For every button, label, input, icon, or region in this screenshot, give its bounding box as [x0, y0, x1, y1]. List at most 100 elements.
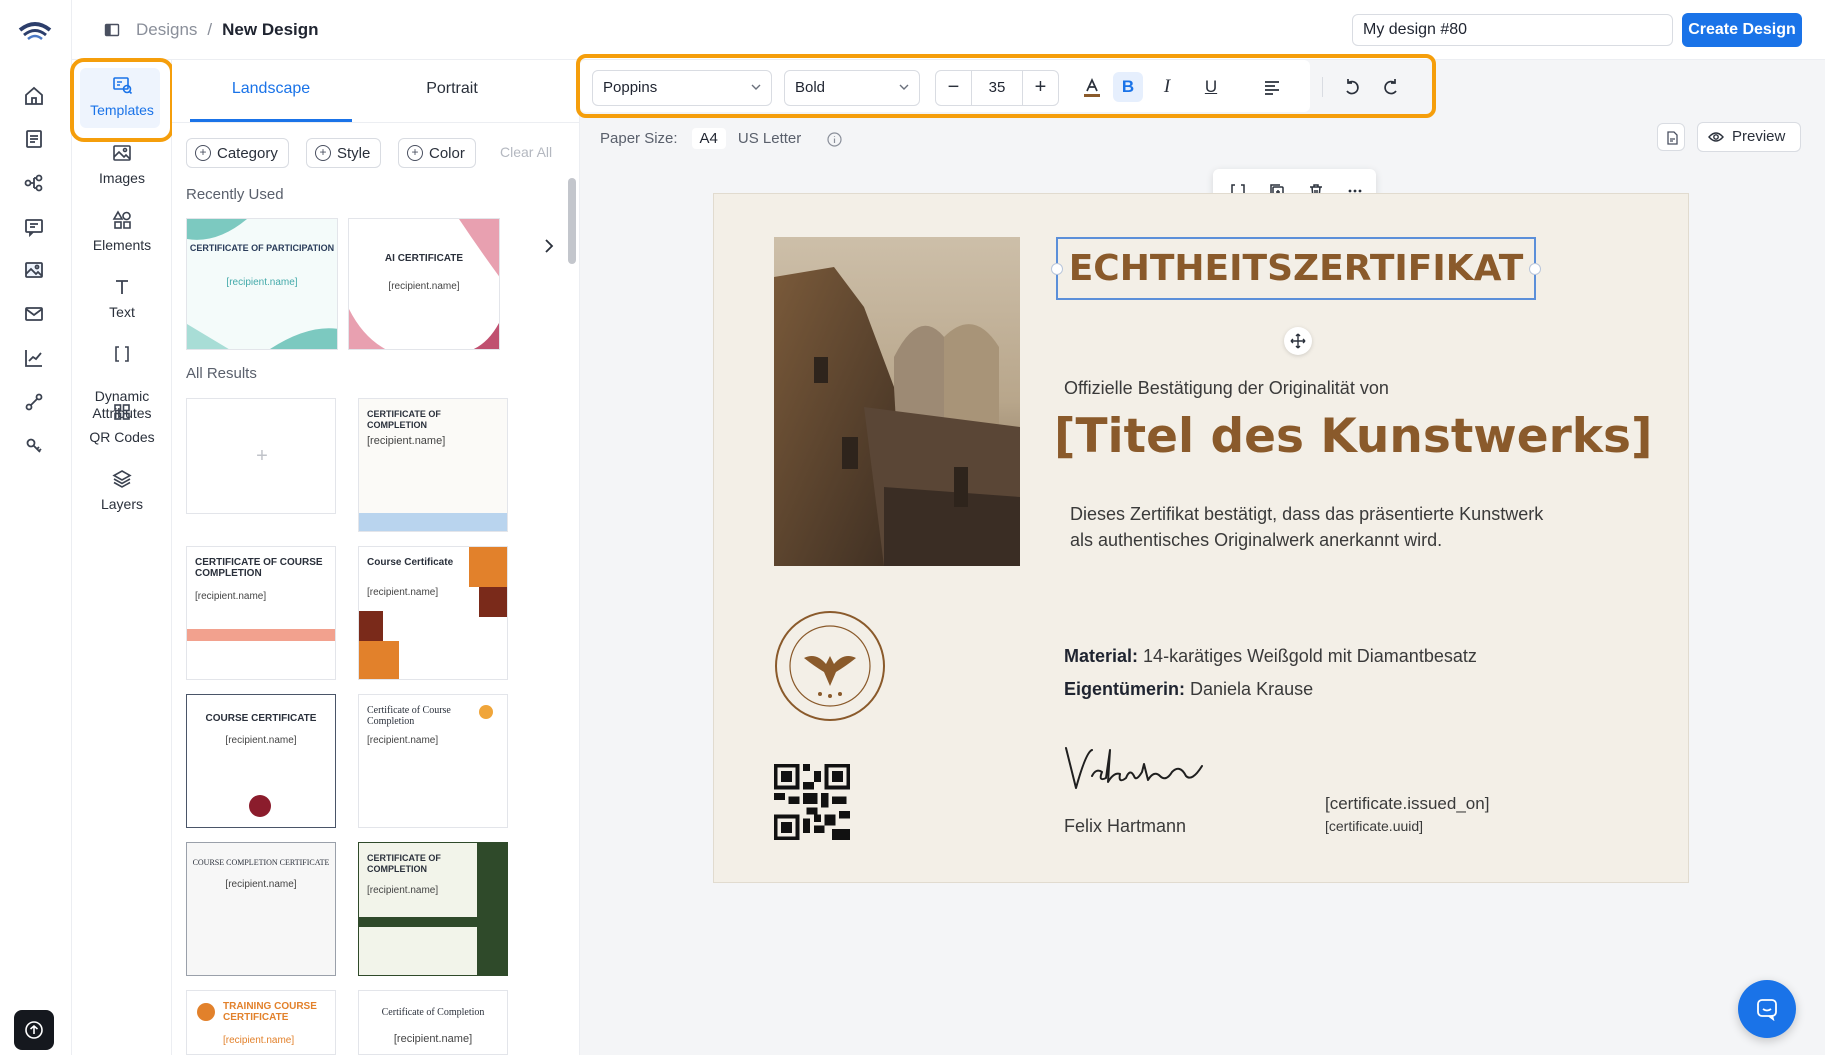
template-recipient: [recipient.name]	[367, 735, 439, 746]
templates-panel: Landscape Portrait + Category + Style + Col…	[172, 60, 580, 1055]
badge-icon	[197, 1003, 215, 1021]
tool-elements-label: Elements	[92, 237, 152, 253]
top-header: Designs / New Design Create Design	[72, 0, 1825, 60]
paper-us-letter-option[interactable]: US Letter	[730, 128, 809, 149]
handwritten-signature[interactable]	[1062, 742, 1212, 794]
app-logo-icon[interactable]	[18, 16, 52, 42]
clear-all-link[interactable]: Clear All	[500, 144, 552, 160]
workflow-icon[interactable]	[22, 171, 46, 195]
template-title: Certificate of Course Completion	[367, 705, 451, 727]
template-thumb-course-certificate-seal[interactable]: COURSE CERTIFICATE [recipient.name]	[186, 694, 336, 828]
document-list-icon[interactable]	[22, 127, 46, 151]
artwork-painting-image	[774, 237, 1020, 566]
tool-layers[interactable]: Layers	[72, 468, 172, 512]
template-thumb-course-completion-orange[interactable]: Certificate of Course Completion [recipi…	[358, 694, 508, 828]
filter-color-label: Color	[429, 144, 465, 162]
sidebar-toggle-icon[interactable]	[104, 22, 120, 38]
template-thumb-recent-ai[interactable]: AI CERTIFICATE [recipient.name]	[348, 218, 500, 350]
tool-text[interactable]: Text	[72, 276, 172, 320]
certificate-body-line1[interactable]: Dieses Zertifikat bestätigt, dass das pr…	[1070, 504, 1543, 525]
template-thumb-certificate-completion[interactable]: Certificate of Completion [recipient.nam…	[358, 990, 508, 1055]
elements-icon	[112, 210, 131, 229]
home-icon[interactable]	[22, 84, 46, 108]
mail-icon[interactable]	[22, 302, 46, 326]
certificate-canvas[interactable]: ECHTHEITSZERTIFIKAT Offizielle Bestätigu…	[713, 193, 1689, 883]
chart-icon[interactable]	[22, 346, 46, 370]
tool-elements[interactable]: Elements	[72, 209, 172, 253]
template-thumb-course-completion-grey[interactable]: COURSE COMPLETION CERTIFICATE [recipient…	[186, 842, 336, 976]
material-value: 14-karätiges Weißgold mit Diamantbesatz	[1143, 646, 1477, 666]
plus-circle-icon: +	[407, 145, 423, 161]
red-seal-icon	[249, 795, 271, 817]
template-title: Course Certificate	[367, 557, 454, 568]
title-selection-box[interactable]: ECHTHEITSZERTIFIKAT	[1051, 237, 1541, 300]
breadcrumb-designs-link[interactable]: Designs	[136, 20, 197, 39]
template-thumb-blank[interactable]: +	[186, 398, 336, 514]
move-handle[interactable]	[1284, 327, 1312, 355]
template-title: COURSE CERTIFICATE	[205, 713, 317, 724]
uuid-placeholder[interactable]: [certificate.uuid]	[1325, 818, 1423, 834]
eagle-seal-icon[interactable]	[774, 610, 886, 722]
template-thumb-course-certificate-orange[interactable]: Course Certificate [recipient.name]	[358, 546, 508, 680]
plus-circle-icon: +	[315, 145, 331, 161]
preview-button[interactable]: Preview	[1697, 122, 1801, 152]
integration-icon[interactable]	[22, 390, 46, 414]
issued-on-placeholder[interactable]: [certificate.issued_on]	[1325, 794, 1489, 814]
template-recipient: [recipient.name]	[225, 735, 297, 746]
tool-templates[interactable]: Templates	[72, 74, 172, 118]
filter-color-chip[interactable]: + Color	[398, 138, 476, 168]
certificate-body-line2[interactable]: als authentisches Originalwerk anerkannt…	[1070, 530, 1442, 551]
tool-images[interactable]: Images	[72, 142, 172, 186]
tool-images-label: Images	[99, 170, 145, 186]
certificate-subtitle[interactable]: Offizielle Bestätigung der Originalität …	[1064, 378, 1389, 399]
template-thumb-recent-participation[interactable]: CERTIFICATE OF PARTICIPATION [recipient.…	[186, 218, 338, 350]
chevron-right-icon[interactable]	[542, 236, 556, 256]
upload-arrow-icon	[25, 1021, 43, 1039]
image-icon	[113, 145, 131, 161]
artwork-title-placeholder[interactable]: [Titel des Kunstwerks]	[1054, 409, 1652, 464]
editor-area: Poppins Bold − 35 + B I U Paper Size: A4 U…	[576, 54, 1825, 1055]
signer-name[interactable]: Felix Hartmann	[1064, 816, 1186, 837]
tool-templates-label: Templates	[90, 102, 154, 118]
artwork-photo[interactable]	[774, 237, 1020, 566]
export-button[interactable]	[1657, 123, 1685, 151]
template-recipient: [recipient.name]	[226, 277, 298, 288]
paper-a4-option[interactable]: A4	[691, 128, 726, 149]
info-icon[interactable]	[827, 131, 843, 147]
filter-category-chip[interactable]: + Category	[186, 138, 289, 168]
green-band	[359, 917, 477, 927]
tool-qr-codes[interactable]: QR Codes	[72, 401, 172, 445]
paper-size-row: Paper Size: A4 US Letter	[600, 128, 843, 149]
tab-landscape[interactable]: Landscape	[190, 60, 352, 122]
resize-handle-left[interactable]	[1051, 263, 1063, 275]
upload-button[interactable]	[14, 1010, 54, 1050]
certificate-title[interactable]: ECHTHEITSZERTIFIKAT	[1058, 239, 1534, 298]
resize-handle-right[interactable]	[1529, 263, 1541, 275]
app-rail	[0, 0, 72, 1055]
tab-portrait[interactable]: Portrait	[372, 60, 532, 122]
template-title: COURSE COMPLETION CERTIFICATE	[192, 858, 330, 867]
template-thumb-course-completion-coral[interactable]: CERTIFICATE OF COURSE COMPLETION [recipi…	[186, 546, 336, 680]
create-design-button[interactable]: Create Design	[1682, 13, 1802, 47]
text-icon	[116, 280, 128, 294]
green-side-band	[477, 843, 507, 975]
template-thumb-completion-green[interactable]: CERTIFICATE OF COMPLETION [recipient.nam…	[358, 842, 508, 976]
template-thumb-completion-blue[interactable]: CERTIFICATE OF COMPLETION [recipient.nam…	[358, 398, 508, 532]
blank-plus-icon: +	[256, 445, 268, 467]
owner-value: Daniela Krause	[1190, 679, 1314, 699]
message-icon[interactable]	[22, 215, 46, 239]
owner-row[interactable]: Eigentümerin: Daniela Krause	[1064, 679, 1313, 700]
design-name-input[interactable]	[1352, 14, 1673, 46]
filter-style-chip[interactable]: + Style	[306, 138, 382, 168]
toolbar-highlight-ring	[576, 54, 1436, 118]
scrollbar-thumb[interactable]	[568, 178, 576, 264]
template-title: CERTIFICATE OF PARTICIPATION	[189, 243, 335, 253]
chat-support-button[interactable]	[1738, 980, 1796, 1038]
settings-key-icon[interactable]	[22, 434, 46, 458]
tool-text-label: Text	[109, 304, 135, 320]
material-row[interactable]: Material: 14-karätiges Weißgold mit Diam…	[1064, 646, 1477, 667]
image-icon[interactable]	[22, 258, 46, 282]
qr-code-icon[interactable]	[774, 764, 850, 840]
template-thumb-training-course[interactable]: TRAINING COURSE CERTIFICATE [recipient.n…	[186, 990, 336, 1055]
template-title: TRAINING COURSE CERTIFICATE	[223, 1001, 317, 1023]
